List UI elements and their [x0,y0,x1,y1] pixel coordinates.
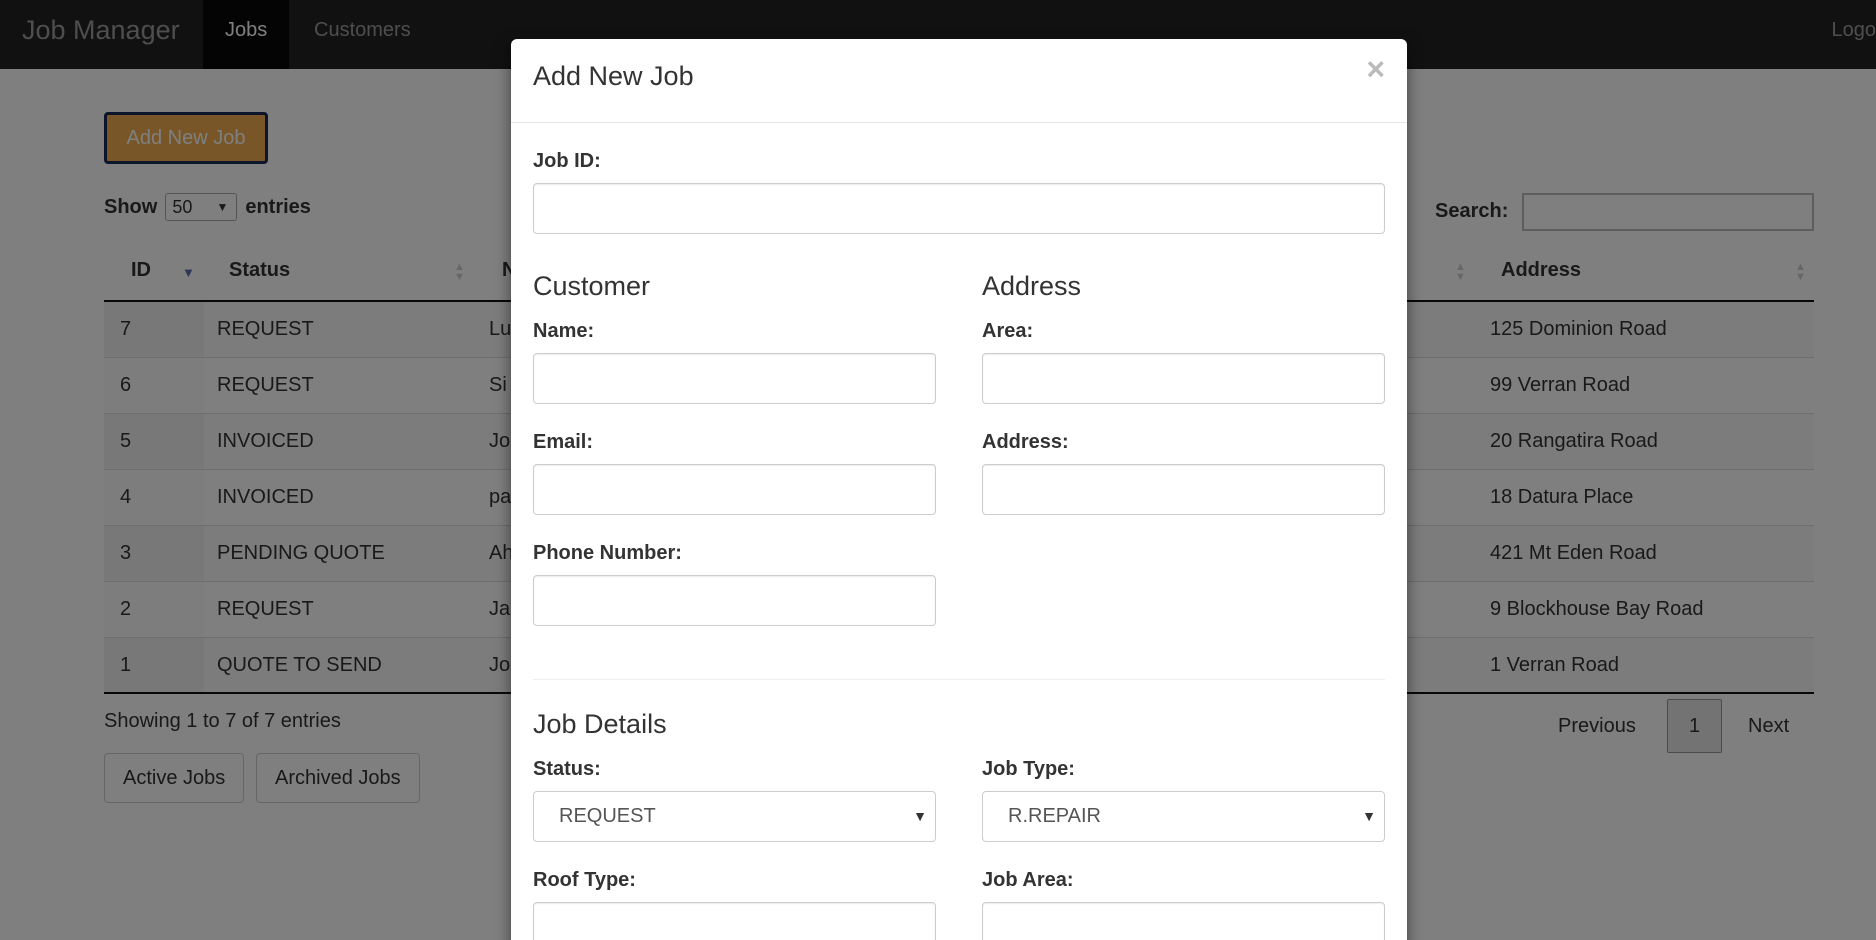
area-label: Area: [982,320,1034,342]
email-label: Email: [533,431,594,453]
chevron-down-icon: ▼ [913,808,927,824]
customer-heading: Customer [533,271,651,301]
job-id-input[interactable] [533,183,1385,234]
email-input[interactable] [533,464,936,515]
job-type-label: Job Type: [982,758,1075,780]
add-job-modal: Add New Job × Job ID: Customer Address N… [511,39,1407,940]
roof-type-input[interactable] [533,902,936,940]
job-area-input[interactable] [982,902,1385,940]
phone-input[interactable] [533,575,936,626]
job-type-select[interactable]: R.REPAIR ▼ [982,791,1385,842]
job-type-value: R.REPAIR [1008,805,1101,827]
status-select[interactable]: REQUEST ▼ [533,791,936,842]
job-area-label: Job Area: [982,869,1074,891]
close-icon[interactable]: × [1366,51,1385,88]
status-value: REQUEST [559,805,656,827]
status-label: Status: [533,758,601,780]
phone-label: Phone Number: [533,542,682,564]
roof-type-label: Roof Type: [533,869,636,891]
modal-header: Add New Job × [511,39,1407,123]
divider [533,679,1385,680]
job-id-label: Job ID: [533,150,601,172]
name-label: Name: [533,320,595,342]
address-input[interactable] [982,464,1385,515]
modal-title: Add New Job [533,61,694,91]
name-input[interactable] [533,353,936,404]
area-input[interactable] [982,353,1385,404]
address-label: Address: [982,431,1069,453]
address-heading: Address [982,271,1082,301]
chevron-down-icon: ▼ [1362,808,1376,824]
job-details-heading: Job Details [533,709,667,739]
